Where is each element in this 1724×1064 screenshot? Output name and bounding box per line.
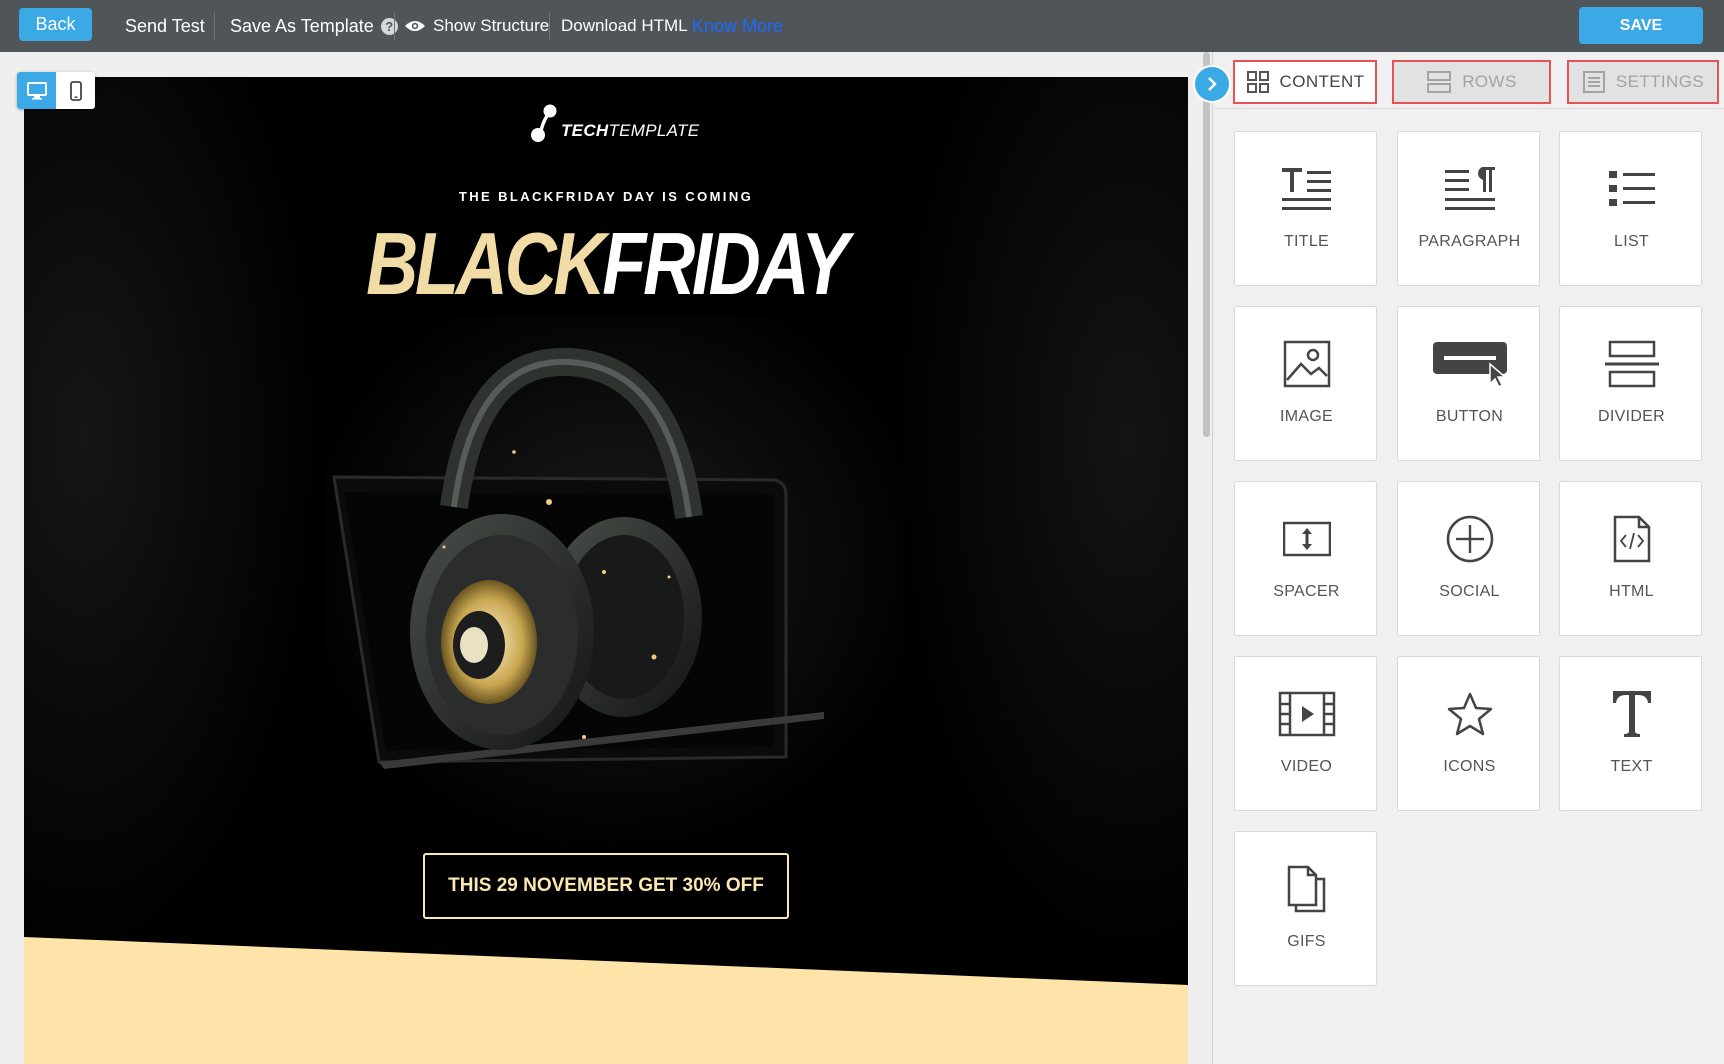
block-label: GIFS <box>1287 933 1326 950</box>
logo-text: TECHTEMPLATE <box>561 121 700 140</box>
desktop-icon <box>26 81 47 99</box>
eye-icon <box>405 21 425 31</box>
block-label: ICONS <box>1443 758 1496 775</box>
background-texture <box>24 77 324 977</box>
toolbar-divider <box>549 12 550 40</box>
block-title[interactable]: TITLE <box>1234 131 1377 286</box>
tab-content[interactable]: CONTENT <box>1233 60 1377 104</box>
block-list[interactable]: LIST <box>1559 131 1702 286</box>
tab-settings[interactable]: SETTINGS <box>1567 60 1719 104</box>
social-icon <box>1446 515 1493 563</box>
block-label: BUTTON <box>1435 408 1504 425</box>
save-button[interactable]: SAVE <box>1579 7 1703 44</box>
send-test-button[interactable]: Send Test <box>125 0 205 52</box>
spacer-icon <box>1282 521 1331 557</box>
button-icon <box>1432 342 1507 388</box>
list-icon <box>1608 171 1655 206</box>
show-structure-label: Show Structure <box>433 16 550 35</box>
know-more-link[interactable]: Know More <box>692 0 783 52</box>
blocks-panel: CONTENT ROWS SETTINGS TITLE PARAGRAPH LI… <box>1212 52 1724 1064</box>
back-button[interactable]: Back <box>19 8 92 41</box>
logo-mark-icon <box>531 104 557 142</box>
block-divider[interactable]: DIVIDER <box>1559 306 1702 461</box>
block-label: LIST <box>1614 233 1649 250</box>
toolbar-divider <box>214 12 215 40</box>
brand-logo: TECHTEMPLATE <box>527 103 699 143</box>
tabs-divider <box>1214 108 1724 109</box>
tab-rows[interactable]: ROWS <box>1392 60 1551 104</box>
help-icon[interactable]: ? <box>380 17 398 35</box>
top-toolbar: Back Send Test Save As Template ? Show S… <box>0 0 1724 52</box>
cta-button[interactable]: THIS 29 NOVEMBER GET 30% OFF <box>423 853 789 919</box>
save-as-template-button[interactable]: Save As Template ? <box>230 0 398 52</box>
block-social[interactable]: SOCIAL <box>1397 481 1540 636</box>
email-headline: BLACKFRIDAY <box>366 214 849 313</box>
block-label: SOCIAL <box>1439 583 1500 600</box>
image-icon <box>1283 340 1330 388</box>
email-canvas: TECHTEMPLATE THE BLACKFRIDAY DAY IS COMI… <box>0 52 1212 1064</box>
block-paragraph[interactable]: PARAGRAPH <box>1397 131 1540 286</box>
grid-icon <box>1246 71 1269 93</box>
block-icons[interactable]: ICONS <box>1397 656 1540 811</box>
block-image[interactable]: IMAGE <box>1234 306 1377 461</box>
block-html[interactable]: HTML <box>1559 481 1702 636</box>
toolbar-divider <box>394 12 395 40</box>
collapse-panel-button[interactable] <box>1193 65 1231 103</box>
block-label: VIDEO <box>1280 758 1333 775</box>
block-label: DIVIDER <box>1598 408 1665 425</box>
star-icon <box>1447 692 1492 736</box>
background-texture <box>888 77 1188 977</box>
text-icon <box>1612 691 1651 737</box>
show-structure-button[interactable]: Show Structure <box>404 0 549 52</box>
block-label: PARAGRAPH <box>1418 233 1521 250</box>
block-gifs[interactable]: GIFS <box>1234 831 1377 986</box>
block-video[interactable]: VIDEO <box>1234 656 1377 811</box>
settings-list-icon <box>1582 71 1605 93</box>
block-text[interactable]: TEXT <box>1559 656 1702 811</box>
desktop-view-button[interactable] <box>17 72 56 109</box>
block-label: IMAGE <box>1279 408 1334 425</box>
gifs-icon <box>1287 865 1325 913</box>
rows-icon <box>1427 71 1452 93</box>
block-spacer[interactable]: SPACER <box>1234 481 1377 636</box>
title-icon <box>1281 168 1331 210</box>
block-label: TEXT <box>1610 758 1653 775</box>
save-as-template-label: Save As Template <box>230 15 374 36</box>
mobile-icon <box>69 80 82 101</box>
device-switcher <box>17 72 95 109</box>
divider-icon <box>1604 340 1659 388</box>
block-label: HTML <box>1609 583 1654 600</box>
block-label: SPACER <box>1273 583 1340 600</box>
tab-settings-label: SETTINGS <box>1615 72 1705 91</box>
mobile-view-button[interactable] <box>56 72 95 109</box>
paragraph-icon <box>1444 167 1495 210</box>
block-label: TITLE <box>1283 233 1330 250</box>
chevron-right-icon <box>1208 77 1217 91</box>
block-button[interactable]: BUTTON <box>1397 306 1540 461</box>
scrollbar-thumb[interactable] <box>1203 52 1210 437</box>
email-preview[interactable]: TECHTEMPLATE THE BLACKFRIDAY DAY IS COMI… <box>24 77 1188 1064</box>
headphones-hero-image <box>324 317 904 857</box>
tab-rows-label: ROWS <box>1462 72 1517 91</box>
video-icon <box>1278 691 1335 737</box>
tab-content-label: CONTENT <box>1279 72 1365 91</box>
html-icon <box>1613 515 1650 563</box>
download-html-button[interactable]: Download HTML <box>561 0 688 52</box>
email-subtitle: THE BLACKFRIDAY DAY IS COMING <box>458 189 754 204</box>
